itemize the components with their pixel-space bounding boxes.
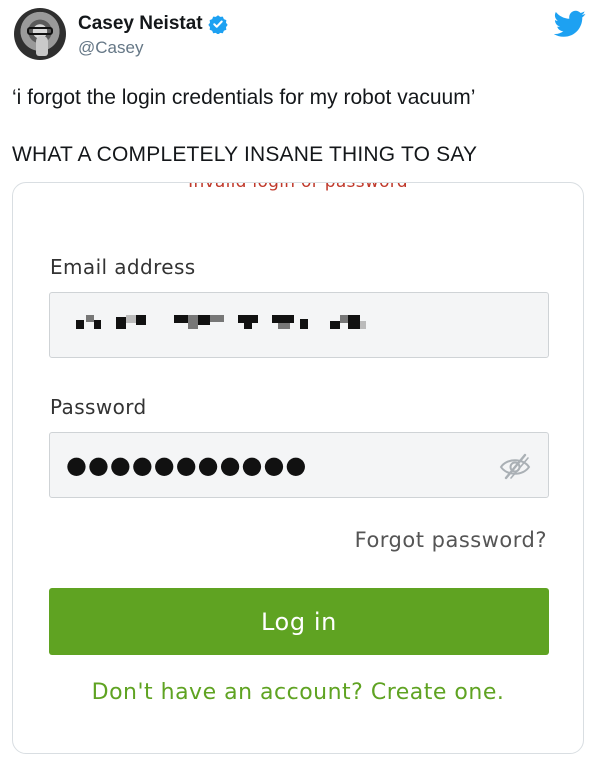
censor-block (330, 321, 340, 329)
censor-block (300, 319, 308, 329)
censor-block (86, 315, 94, 322)
avatar[interactable] (14, 8, 66, 60)
censor-block (360, 321, 366, 329)
twitter-bird-icon[interactable] (554, 10, 586, 38)
email-label: Email address (50, 255, 196, 279)
avatar-hand (36, 36, 48, 56)
tweet-text-line2: WHAT A COMPLETELY INSANE THING TO SAY (12, 143, 478, 166)
author-name[interactable]: Casey Neistat (78, 13, 228, 35)
tweet: Casey Neistat @Casey ‘i forgot the login… (0, 0, 600, 767)
eye-slash-icon[interactable] (498, 451, 532, 481)
login-error-message: Invalid login or password (188, 182, 408, 192)
avatar-glasses (27, 27, 53, 35)
censor-block (136, 315, 146, 325)
email-field[interactable] (49, 292, 549, 358)
create-account-link[interactable]: Don't have an account? Create one. (13, 680, 583, 705)
password-field[interactable]: ●●●●●●●●●●● (49, 432, 549, 498)
author-name-text: Casey Neistat (78, 13, 203, 34)
censor-block (116, 317, 126, 329)
embedded-login-screenshot[interactable]: Invalid login or password Email address (12, 182, 584, 754)
censor-block (126, 315, 136, 323)
censor-block (348, 315, 360, 329)
censor-block (76, 320, 84, 329)
censor-block (238, 315, 258, 323)
censor-block (94, 320, 101, 329)
censor-block (244, 323, 252, 329)
log-in-button[interactable]: Log in (49, 588, 549, 655)
censor-block (174, 315, 188, 323)
censor-block (198, 315, 210, 325)
author-handle[interactable]: @Casey (78, 38, 143, 58)
censor-block (210, 315, 224, 322)
verified-badge-icon (207, 15, 228, 34)
censor-block (188, 315, 198, 329)
censor-block (272, 315, 294, 323)
tweet-text-line1: ‘i forgot the login credentials for my r… (12, 86, 476, 109)
password-mask: ●●●●●●●●●●● (66, 451, 308, 479)
password-label: Password (50, 395, 147, 419)
censor-block (278, 323, 290, 329)
censor-block (340, 315, 348, 323)
forgot-password-link[interactable]: Forgot password? (355, 528, 547, 552)
